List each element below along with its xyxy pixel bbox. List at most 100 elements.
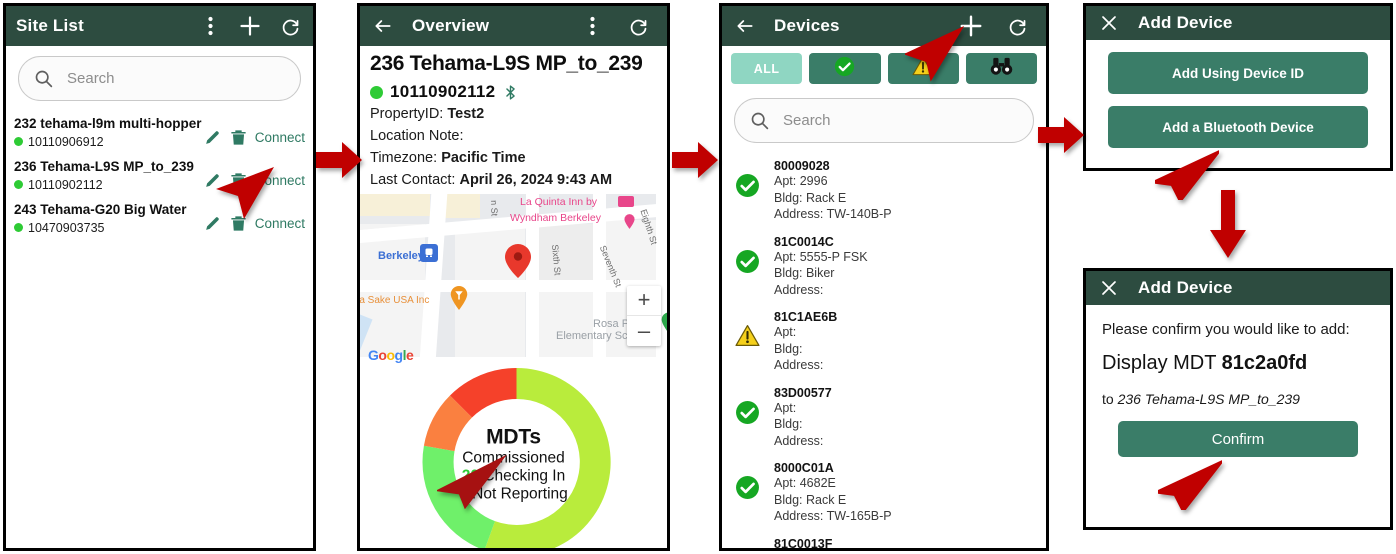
status-dot	[14, 180, 23, 190]
cursor-connect	[212, 165, 276, 227]
device-address: Address:	[774, 282, 824, 297]
device-id: 83D00577	[774, 385, 832, 400]
map-marker-icon	[505, 243, 531, 278]
device-address: Address:	[774, 433, 824, 448]
device-apt: Apt:	[774, 400, 797, 415]
poi-pin-icon	[624, 213, 635, 229]
plus-icon[interactable]	[237, 13, 263, 39]
search-icon	[33, 68, 55, 90]
site-name: 232 tehama-l9m multi-hopper	[14, 116, 202, 131]
cursor-donut	[437, 450, 507, 510]
refresh-icon[interactable]	[625, 13, 651, 39]
field-propertyid: PropertyID: Test2	[370, 106, 485, 123]
google-logo: Google	[368, 346, 414, 363]
search-placeholder: Search	[67, 70, 115, 87]
field-timezone: Timezone: Pacific Time	[370, 149, 526, 166]
list-item[interactable]: 232 tehama-l9m multi-hopper 10110906912 …	[6, 111, 313, 154]
refresh-icon[interactable]	[277, 13, 303, 39]
cursor-confirm	[1158, 448, 1222, 510]
confirm-mdt: Display MDT 81c2a0fd	[1102, 352, 1308, 374]
connect-button[interactable]: Connect	[255, 130, 305, 145]
panel-confirm-device: Add Device Please confirm you would like…	[1083, 268, 1393, 530]
device-apt: Apt: 4851P	[774, 551, 1036, 552]
device-id: 8000C01A	[774, 461, 834, 475]
search-input[interactable]: Search	[18, 56, 301, 101]
device-bldg: Bldg:	[774, 341, 803, 356]
back-arrow-icon[interactable]	[732, 13, 758, 39]
arrow-site-list-to-overview	[316, 140, 362, 180]
screenshot-root: Site List Search 232 tehama-l9m multi-ho	[0, 0, 1396, 554]
search-placeholder: Search	[783, 112, 831, 129]
device-address: Address:	[774, 358, 824, 372]
hotel-icon	[618, 195, 634, 207]
device-id: 81C0013F	[774, 536, 833, 551]
overflow-menu-icon[interactable]	[579, 13, 605, 39]
table-row[interactable]: 81C0014C Apt: 5555-P FSK Bldg: Biker Add…	[722, 229, 1046, 305]
site-id: 10110902112	[390, 82, 496, 102]
filter-scan-button[interactable]	[965, 53, 1037, 84]
map-label: Berkeley	[378, 249, 424, 262]
status-badge	[732, 386, 762, 425]
bluetooth-icon[interactable]	[502, 83, 519, 102]
overview-appbar: Overview	[360, 6, 667, 46]
close-icon[interactable]	[1096, 275, 1122, 301]
device-search-input[interactable]: Search	[734, 98, 1034, 143]
close-icon[interactable]	[1096, 10, 1122, 36]
add-using-device-id-button[interactable]: Add Using Device ID	[1108, 52, 1368, 94]
device-bldg: Bldg: Rack E	[774, 492, 847, 507]
overview-details: 236 Tehama-L9S MP_to_239 10110902112 Pro…	[360, 46, 667, 190]
status-badge	[732, 159, 762, 198]
page-title: Overview	[412, 16, 490, 35]
device-address: Address: TW-165B-P	[774, 509, 892, 523]
site-id: 10470903735	[28, 220, 105, 235]
map-label: Wyndham Berkeley	[510, 211, 601, 224]
device-bldg: Bldg: Biker	[774, 266, 835, 280]
map-label: La Quinta Inn by	[520, 195, 598, 208]
filter-ok-button[interactable]	[809, 53, 881, 84]
filter-all-button[interactable]: ALL	[731, 53, 803, 84]
map-label: n St	[489, 199, 500, 216]
table-row[interactable]: 83D00577 Apt: Bldg: Address:	[722, 380, 1046, 456]
back-arrow-icon[interactable]	[370, 13, 396, 39]
cursor-plus	[905, 20, 967, 84]
zoom-in-button[interactable]: +	[627, 286, 661, 316]
arrow-overview-to-devices	[672, 140, 718, 180]
status-dot	[14, 223, 23, 233]
refresh-icon[interactable]	[1004, 13, 1030, 39]
device-bldg: Bldg:	[774, 417, 803, 431]
panel-devices: Devices ALL Search 80009028 Apt: 2996 Bl…	[719, 3, 1049, 551]
edit-icon[interactable]	[203, 128, 222, 147]
site-name: 236 Tehama-L9S MP_to_239	[370, 52, 643, 75]
devices-appbar: Devices	[722, 6, 1046, 46]
add-bluetooth-device-button[interactable]: Add a Bluetooth Device	[1108, 106, 1368, 148]
page-title: Add Device	[1138, 278, 1233, 297]
status-dot	[14, 137, 23, 147]
page-title: Devices	[774, 16, 840, 35]
confirm-button[interactable]: Confirm	[1118, 421, 1358, 457]
mdt-donut-chart: MDTs Commissioned 20 Checking In 5 Not R…	[360, 365, 667, 548]
panel-site-list: Site List Search 232 tehama-l9m multi-ho	[3, 3, 316, 551]
check-circle-icon	[834, 56, 855, 82]
chart-title: MDTs	[486, 425, 541, 449]
map-zoom-controls[interactable]: + –	[627, 285, 661, 346]
table-row[interactable]: 81C0013F Apt: 4851P Bldg: Don Desk Addre…	[722, 531, 1046, 552]
table-row[interactable]: 81C1AE6B Apt: Bldg: Address:	[722, 304, 1046, 380]
confirm-device-body: Please confirm you would like to add: Di…	[1086, 305, 1390, 457]
status-badge	[732, 537, 762, 549]
page-title: Site List	[16, 16, 84, 35]
search-icon	[749, 110, 771, 132]
cursor-bluetooth	[1155, 138, 1219, 200]
field-last-contact: Last Contact: April 26, 2024 9:43 AM	[370, 171, 613, 188]
table-row[interactable]: 8000C01A Apt: 4682E Bldg: Rack E Address…	[722, 455, 1046, 531]
status-badge	[732, 461, 762, 500]
status-badge	[732, 235, 762, 274]
overflow-menu-icon[interactable]	[197, 13, 223, 39]
site-name: 236 Tehama-L9S MP_to_239	[14, 158, 194, 174]
device-apt: Apt: 5555-P FSK	[774, 249, 868, 264]
binoculars-icon	[990, 57, 1013, 81]
delete-icon[interactable]	[229, 128, 248, 147]
map-view[interactable]: La Quinta Inn by Wyndham Berkeley Berkel…	[360, 193, 667, 366]
status-dot	[370, 85, 383, 99]
table-row[interactable]: 80009028 Apt: 2996 Bldg: Rack E Address:…	[722, 153, 1046, 229]
zoom-out-button[interactable]: –	[627, 316, 661, 346]
